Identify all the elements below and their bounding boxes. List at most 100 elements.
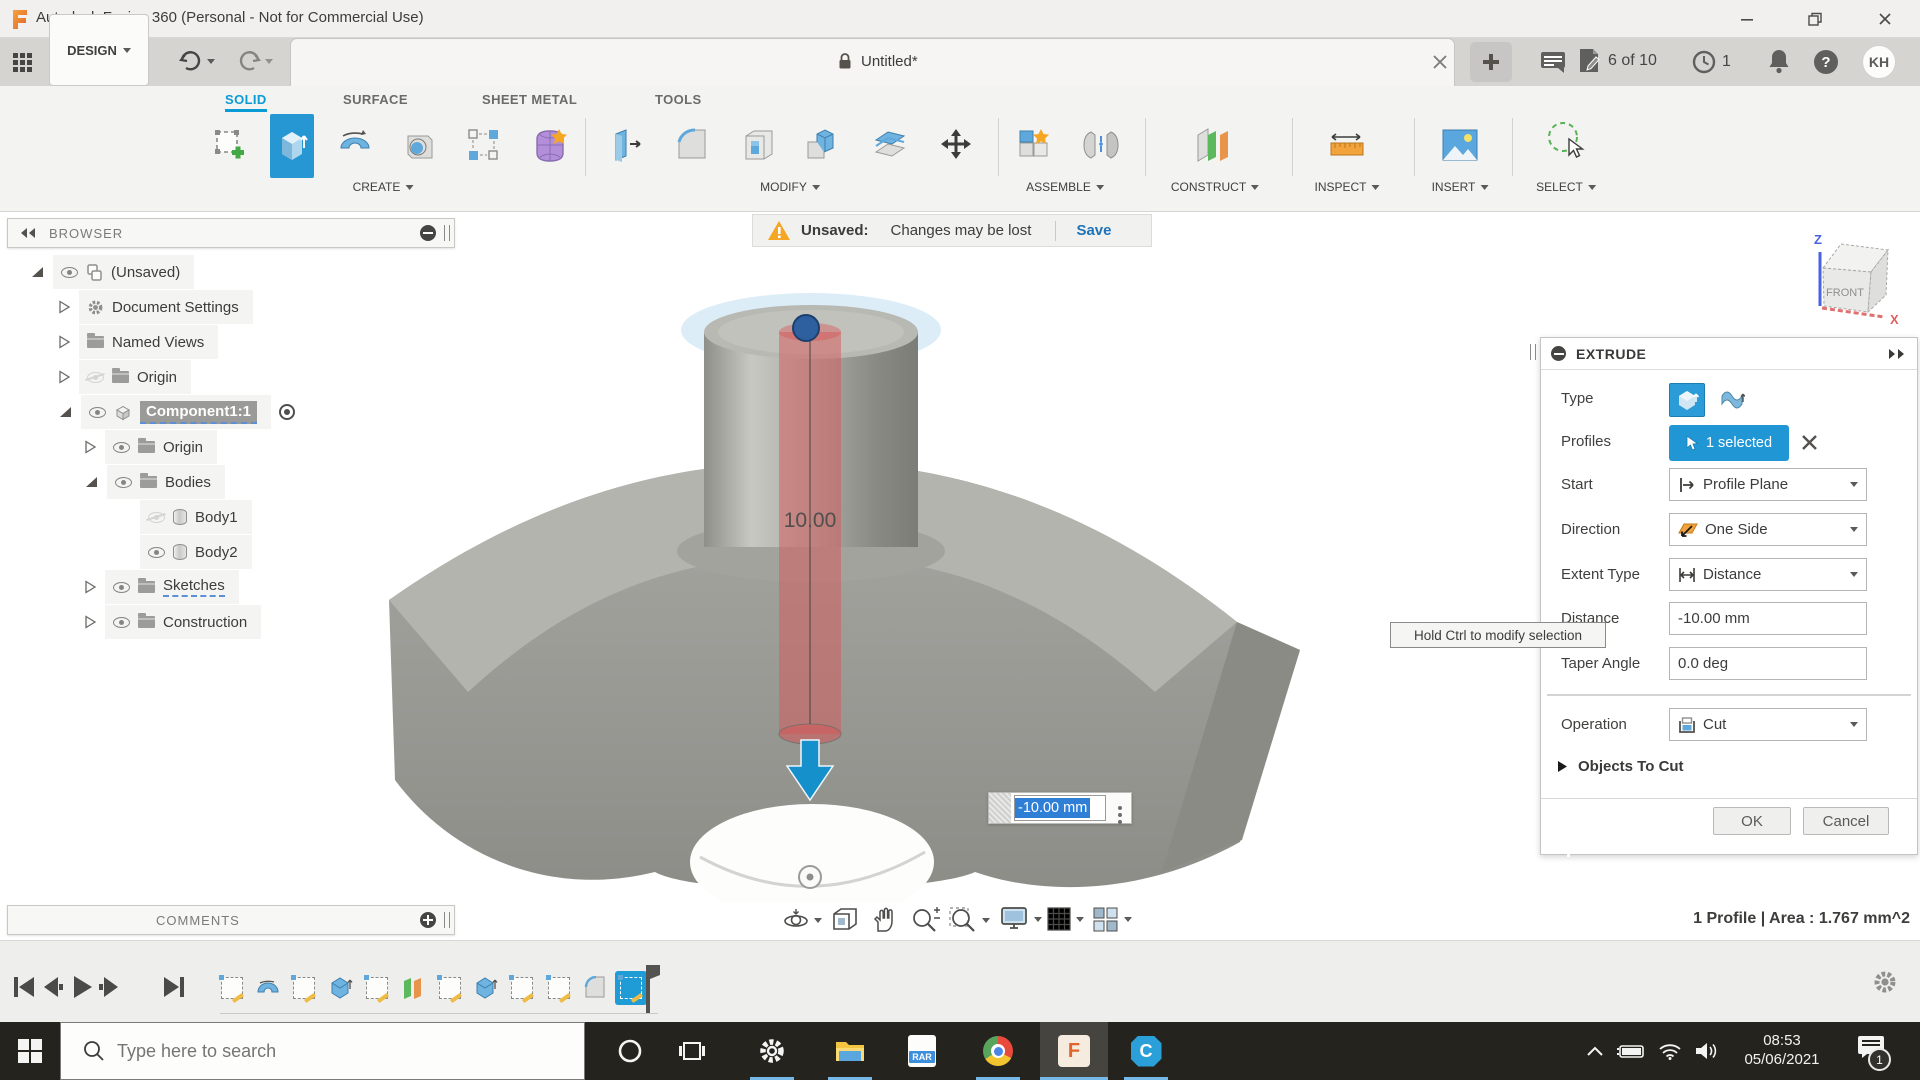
tab-tools[interactable]: TOOLS [655,92,702,107]
volume-icon[interactable] [1688,1022,1724,1080]
objects-to-cut-expander[interactable]: Objects To Cut [1557,758,1684,775]
tab-sheet-metal[interactable]: SHEET METAL [482,92,577,107]
browser-header[interactable]: BROWSER [7,218,455,248]
group-label-construct[interactable]: CONSTRUCT [1171,180,1259,194]
tab-solid[interactable]: SOLID [225,92,267,112]
panel-grip[interactable] [444,912,450,928]
pattern-button[interactable] [461,118,507,172]
dialog-grip[interactable] [1530,344,1536,360]
expand-dialog-icon[interactable] [1887,348,1907,360]
offset-face-button[interactable] [867,118,913,172]
save-link[interactable]: Save [1076,222,1111,239]
zoom-tool[interactable] [910,906,940,934]
minimize-button[interactable] [1732,8,1762,30]
timeline-feature-fillet[interactable] [579,971,611,1005]
new-tab-button[interactable] [1470,42,1512,82]
grid-snap-tool[interactable] [1046,906,1084,932]
search-input[interactable] [117,1041,497,1062]
pan-tool[interactable] [870,906,898,934]
create-form-button[interactable] [527,118,573,172]
visibility-off-icon[interactable] [87,372,104,383]
visibility-icon[interactable] [148,547,165,558]
view-cube[interactable]: FRONT Z X [1814,232,1899,327]
collapsed-icon[interactable] [58,300,71,314]
tray-chevron-icon[interactable] [1580,1022,1610,1080]
type-thin-extrude-button[interactable] [1714,383,1750,417]
comments-panel-header[interactable]: COMMENTS [7,905,455,935]
timeline-feature-sketch[interactable] [506,971,538,1005]
measure-button[interactable] [1324,118,1370,172]
tab-surface[interactable]: SURFACE [343,92,408,107]
dimension-input-box[interactable]: -10.00 mm [988,792,1132,824]
timeline-position-marker[interactable] [644,965,662,1013]
action-center-button[interactable]: 1 [1856,1034,1886,1065]
collapse-dialog-icon[interactable] [1551,346,1566,361]
group-label-insert[interactable]: INSERT [1432,180,1489,194]
help-icon[interactable] [1814,50,1838,74]
timeline-feature-sketch[interactable] [543,971,575,1005]
tree-row-construction[interactable]: Construction [84,605,261,639]
start-button[interactable] [6,1022,54,1080]
clear-selection-icon[interactable] [1801,434,1818,451]
insert-image-button[interactable] [1437,118,1483,172]
close-window-button[interactable] [1870,8,1900,30]
fusion360-taskbar-button-active[interactable]: F [1040,1022,1108,1080]
move-copy-button[interactable] [933,118,979,172]
viewcube-front-label[interactable]: FRONT [1826,287,1864,299]
select-button[interactable] [1543,112,1589,166]
more-options-kebab-icon[interactable] [1109,806,1131,810]
timeline-feature-extrude[interactable] [470,971,502,1005]
distance-input[interactable]: -10.00 mm [1669,602,1867,635]
visibility-icon[interactable] [115,477,132,488]
selected-component-label[interactable]: Component1:1 [140,401,257,424]
app-launcher-icon[interactable] [12,52,34,74]
winrar-button[interactable]: RAR [898,1022,946,1080]
visibility-icon[interactable] [113,442,130,453]
create-sketch-button[interactable] [207,118,253,172]
job-status-button[interactable]: 6 of 10 [1578,48,1657,74]
add-comment-icon[interactable] [420,912,436,928]
group-label-inspect[interactable]: INSPECT [1314,180,1379,194]
tree-row-body1[interactable]: Body1 [140,500,252,534]
construct-plane-button[interactable] [1189,118,1235,172]
fit-zoom-window-tool[interactable] [948,906,990,934]
extrude-dialog-header[interactable]: EXTRUDE [1541,338,1917,370]
data-panel-clock-button[interactable]: 1 [1692,50,1731,74]
visibility-off-icon[interactable] [148,512,165,523]
workspace-selector[interactable]: DESIGN [49,14,149,86]
shell-button[interactable] [736,118,782,172]
timeline-feature-plane[interactable] [397,971,429,1005]
cancel-button[interactable]: Cancel [1803,807,1889,835]
group-label-modify[interactable]: MODIFY [760,180,820,194]
group-label-assemble[interactable]: ASSEMBLE [1026,180,1104,194]
visibility-icon[interactable] [89,407,106,418]
file-explorer-button[interactable] [826,1022,874,1080]
activate-component-radio[interactable] [279,404,295,420]
visibility-icon[interactable] [113,617,130,628]
joint-button[interactable] [1078,118,1124,172]
avatar[interactable]: KH [1862,45,1896,79]
timeline-feature-sketch[interactable] [361,971,393,1005]
tree-row-body2[interactable]: Body2 [140,535,252,569]
chrome-button[interactable] [974,1022,1022,1080]
operation-dropdown[interactable]: Cut [1669,708,1867,741]
timeline-feature-extrude[interactable] [325,971,357,1005]
combine-button[interactable] [800,118,846,172]
viewports-tool[interactable] [1092,906,1132,932]
extrude-button-active[interactable] [270,114,314,178]
direction-dropdown[interactable]: One Side [1669,513,1867,546]
hole-button[interactable] [397,118,443,172]
timeline-settings-gear-icon[interactable] [1872,969,1898,995]
taper-angle-input[interactable]: 0.0 deg [1669,647,1867,680]
orbit-tool[interactable] [782,906,822,934]
notifications-bell-icon[interactable] [1768,48,1790,79]
timeline-feature-sketch[interactable] [288,971,320,1005]
collapsed-icon[interactable] [58,370,71,384]
collapsed-icon[interactable] [84,615,97,629]
tree-row-component[interactable]: Component1:1 [58,395,295,429]
dimension-field[interactable]: -10.00 mm [1014,795,1106,821]
tray-clock[interactable]: 08:53 05/06/2021 [1730,1031,1834,1069]
battery-icon[interactable] [1612,1022,1650,1080]
group-label-select[interactable]: SELECT [1536,180,1596,194]
timeline-track[interactable] [220,1013,658,1014]
